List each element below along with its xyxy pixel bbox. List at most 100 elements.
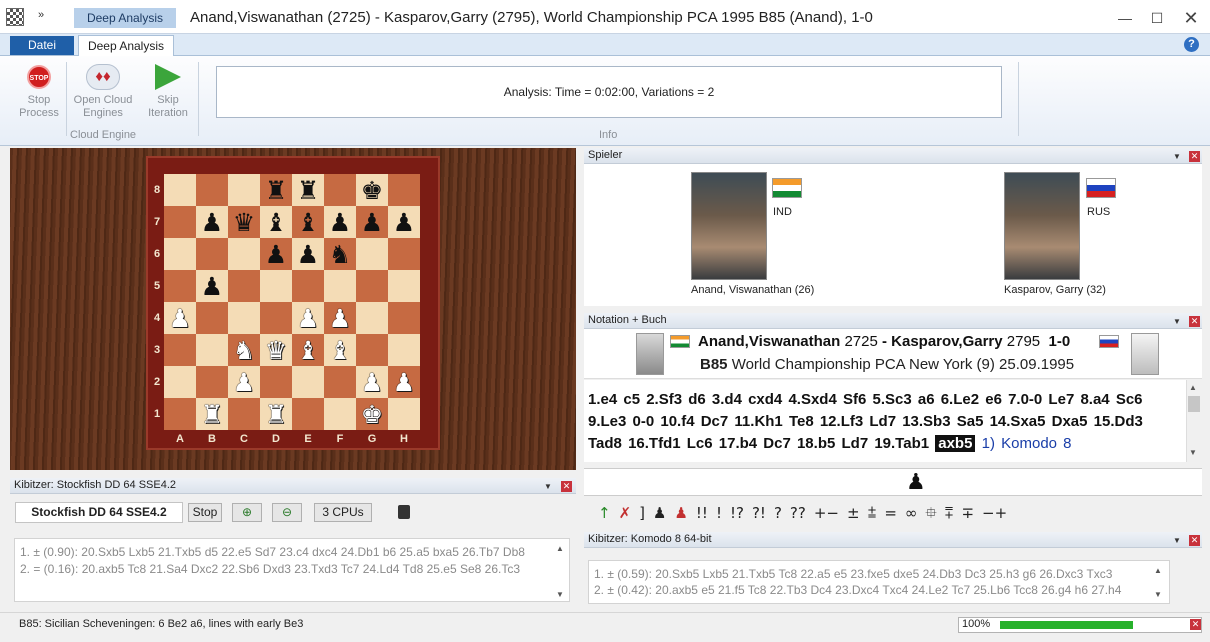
tab-datei[interactable]: Datei [10,36,74,55]
square-e1[interactable] [292,398,324,430]
skip-iteration-button[interactable]: Skip Iteration [142,60,194,120]
square-d5[interactable] [260,270,292,302]
scrollbar-thumb[interactable] [1188,396,1200,412]
square-c6[interactable] [228,238,260,270]
square-f2[interactable] [324,366,356,398]
komodo-line-2[interactable]: 2. ± (0.42): 20.axb5 e5 21.f5 Tc8 22.Tb3… [594,583,1152,597]
scroll-up-icon[interactable]: ▲ [1154,566,1162,575]
stop-process-button[interactable]: STOP Stop Process [14,60,64,120]
tab-deep-analysis[interactable]: Deep Analysis [78,35,174,57]
square-d4[interactable] [260,302,292,334]
square-b5[interactable]: ♟ [196,270,228,302]
square-d3[interactable]: ♛ [260,334,292,366]
black-bishop-piece[interactable]: ♝ [265,210,287,235]
panel-close-icon[interactable]: ✕ [561,481,572,492]
annotation-symbol-button[interactable]: ? [774,504,782,522]
title-context-tab[interactable]: Deep Analysis [74,8,176,28]
annotation-symbol-button[interactable]: ↑ [598,504,611,522]
square-e8[interactable]: ♜ [292,174,324,206]
white-king-piece[interactable]: ♚ [361,402,383,427]
black-bishop-piece[interactable]: ♝ [297,210,319,235]
square-h6[interactable] [388,238,420,270]
annotation-symbol-button[interactable]: ⯐ [925,504,936,522]
square-g1[interactable]: ♚ [356,398,388,430]
lock-icon[interactable] [398,505,410,519]
square-a2[interactable] [164,366,196,398]
annotation-symbol-button[interactable]: −+ [982,504,1007,522]
annotation-symbol-button[interactable]: ! [716,504,722,522]
black-pawn-piece[interactable]: ♟ [201,274,223,299]
square-b7[interactable]: ♟ [196,206,228,238]
scroll-up-icon[interactable]: ▲ [1189,383,1197,392]
white-knight-piece[interactable]: ♞ [233,338,255,363]
white-rook-piece[interactable]: ♜ [265,402,287,427]
square-d7[interactable]: ♝ [260,206,292,238]
square-c8[interactable] [228,174,260,206]
panel-dropdown-icon[interactable]: ▼ [1173,536,1181,545]
annotation-symbol-button[interactable]: ⩲ [868,504,877,522]
square-c2[interactable]: ♟ [228,366,260,398]
panel-dropdown-icon[interactable]: ▼ [544,482,552,491]
panel-close-icon[interactable]: ✕ [1189,535,1200,546]
square-f4[interactable]: ♟ [324,302,356,334]
square-a7[interactable] [164,206,196,238]
annotation-symbol-button[interactable]: ± [847,504,860,522]
stockfish-line-1[interactable]: 1. ± (0.90): 20.Sxb5 Lxb5 21.Txb5 d5 22.… [20,545,550,559]
panel-dropdown-icon[interactable]: ▼ [1173,317,1181,326]
white-pawn-piece[interactable]: ♟ [361,370,383,395]
annotation-symbol-button[interactable]: !? [730,504,744,522]
stockfish-line-2[interactable]: 2. = (0.16): 20.axb5 Tc8 21.Sa4 Dxc2 22.… [20,562,550,576]
black-pawn-piece[interactable]: ♟ [201,210,223,235]
square-h2[interactable]: ♟ [388,366,420,398]
square-h3[interactable] [388,334,420,366]
scroll-down-icon[interactable]: ▼ [1154,590,1162,599]
square-d6[interactable]: ♟ [260,238,292,270]
square-b1[interactable]: ♜ [196,398,228,430]
square-a3[interactable] [164,334,196,366]
square-f8[interactable] [324,174,356,206]
annotation-symbol-button[interactable]: ∞ [905,504,918,522]
chess-board[interactable]: ♜ ♜ ♚ ♟ ♛ ♝ ♝ ♟ ♟ ♟ ♟ ♟ ♞ ♟ ♟ ♟ ♟ ♞ ♛ ♝ ♝ ♟ ♟ ♟ ♜ ♜ ♚ [164,174,420,430]
white-pawn-piece[interactable]: ♟ [329,306,351,331]
square-h4[interactable] [388,302,420,334]
open-cloud-engines-button[interactable]: ♦♦ Open Cloud Engines [68,60,138,120]
square-e7[interactable]: ♝ [292,206,324,238]
square-d8[interactable]: ♜ [260,174,292,206]
square-g5[interactable] [356,270,388,302]
square-h7[interactable]: ♟ [388,206,420,238]
square-e2[interactable] [292,366,324,398]
white-bishop-piece[interactable]: ♝ [297,338,319,363]
annotation-symbol-button[interactable]: = [884,504,897,522]
panel-close-icon[interactable]: ✕ [1189,316,1200,327]
current-move[interactable]: axb5 [935,435,976,452]
square-h5[interactable] [388,270,420,302]
scroll-down-icon[interactable]: ▼ [1189,448,1197,457]
maximize-button[interactable]: ☐ [1142,8,1172,28]
scroll-up-icon[interactable]: ▲ [556,544,564,553]
square-g3[interactable] [356,334,388,366]
square-e6[interactable]: ♟ [292,238,324,270]
black-knight-piece[interactable]: ♞ [329,242,351,267]
white-queen-piece[interactable]: ♛ [265,338,287,363]
square-g8[interactable]: ♚ [356,174,388,206]
square-a4[interactable]: ♟ [164,302,196,334]
white-rook-piece[interactable]: ♜ [201,402,223,427]
panel-close-icon[interactable]: ✕ [1189,151,1200,162]
black-pawn-piece[interactable]: ♟ [329,210,351,235]
square-a5[interactable] [164,270,196,302]
annotation-symbol-button[interactable]: ∓ [961,504,974,522]
square-g2[interactable]: ♟ [356,366,388,398]
annotation-symbol-button[interactable]: +− [814,504,839,522]
annotation-symbol-button[interactable]: ?? [790,504,806,522]
square-f3[interactable]: ♝ [324,334,356,366]
square-f7[interactable]: ♟ [324,206,356,238]
square-b3[interactable] [196,334,228,366]
komodo-line-1[interactable]: 1. ± (0.59): 20.Sxb5 Lxb5 21.Txb5 Tc8 22… [594,567,1152,581]
annotation-symbol-button[interactable]: ⩱ [945,504,954,522]
panel-dropdown-icon[interactable]: ▼ [1173,152,1181,161]
app-icon[interactable] [6,8,24,26]
annotation-symbol-button[interactable]: ♟ [653,504,666,522]
black-king-piece[interactable]: ♚ [361,178,383,203]
white-pawn-piece[interactable]: ♟ [169,306,191,331]
square-a6[interactable] [164,238,196,270]
